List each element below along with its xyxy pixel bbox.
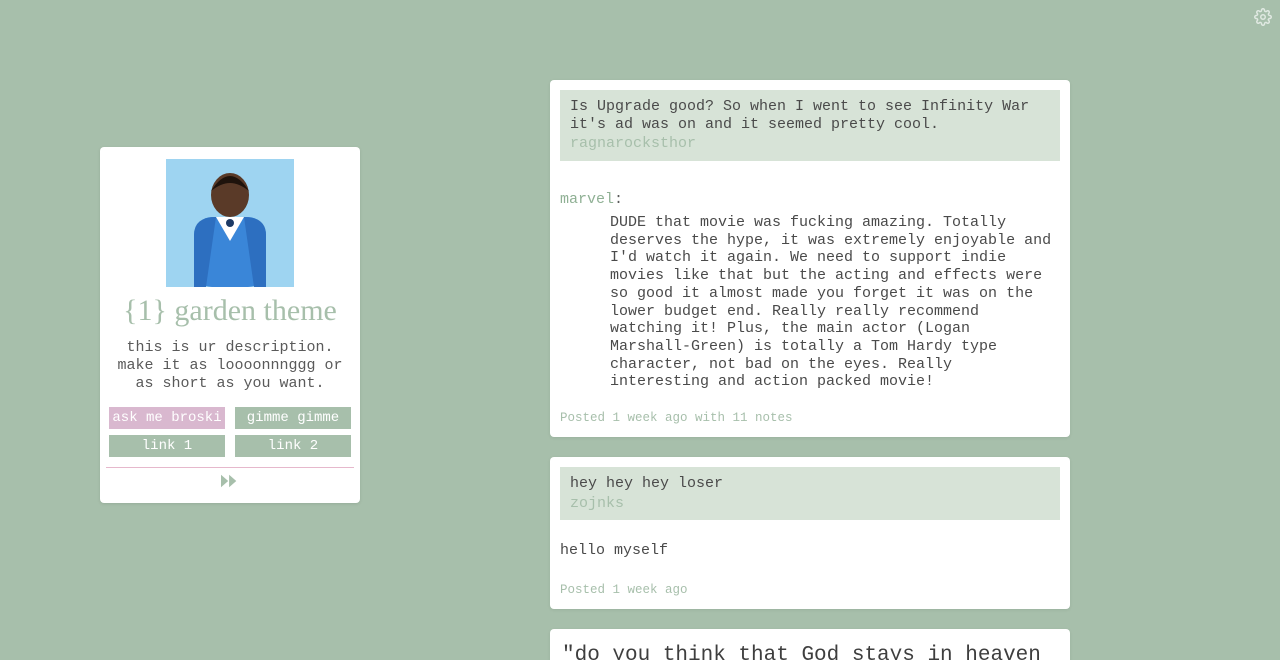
reblog-source: marvel: (560, 191, 1060, 208)
post: "do you think that God stays in heaven b… (550, 629, 1070, 660)
posts-column: Is Upgrade good? So when I went to see I… (550, 80, 1070, 660)
sidebar-card: {1} garden theme this is ur description.… (100, 147, 360, 503)
submit-button[interactable]: gimme gimme (235, 407, 351, 429)
asker-username[interactable]: ragnarocksthor (570, 135, 1050, 153)
custom-link-1[interactable]: link 1 (109, 435, 225, 457)
answer-text: DUDE that movie was fucking amazing. Tot… (560, 214, 1060, 391)
permalink[interactable]: 1 week ago (613, 583, 688, 597)
ask-button[interactable]: ask me broski (109, 407, 225, 429)
permalink[interactable]: 1 week ago (613, 411, 688, 425)
sidebar-divider (106, 467, 354, 468)
ask-question-text: Is Upgrade good? So when I went to see I… (570, 98, 1050, 133)
post: Is Upgrade good? So when I went to see I… (550, 80, 1070, 437)
ask-box: hey hey hey loser zojnks (560, 467, 1060, 520)
custom-link-2[interactable]: link 2 (235, 435, 351, 457)
ask-box: Is Upgrade good? So when I went to see I… (560, 90, 1060, 161)
blog-description: this is ur description. make it as loooo… (106, 339, 354, 393)
post: hey hey hey loser zojnks hello myself Po… (550, 457, 1070, 609)
quote-text: "do you think that God stays in heaven b… (560, 639, 1060, 660)
notes-link[interactable]: 11 notes (733, 411, 793, 425)
blog-title: {1} garden theme (106, 295, 354, 327)
reblog-source-user[interactable]: marvel (560, 191, 614, 208)
post-meta: Posted 1 week ago (560, 583, 1060, 599)
next-page-icon[interactable] (221, 474, 239, 488)
asker-username[interactable]: zojnks (570, 495, 1050, 513)
avatar[interactable] (166, 159, 294, 287)
answer-text: hello myself (560, 520, 1060, 563)
settings-gear-icon[interactable] (1254, 8, 1272, 26)
ask-question-text: hey hey hey loser (570, 475, 1050, 493)
post-meta: Posted 1 week ago with 11 notes (560, 411, 1060, 427)
